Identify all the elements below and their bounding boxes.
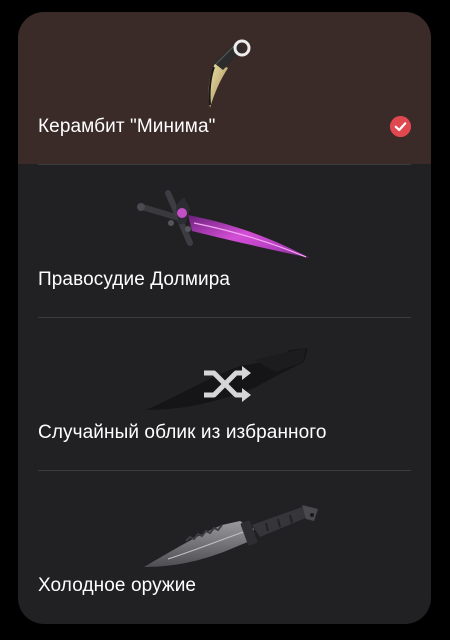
purple-sword-icon bbox=[137, 190, 310, 258]
skin-option-dolmir-justice[interactable]: Правосудие Долмира bbox=[18, 165, 431, 317]
skin-option-label: Правосудие Долмира bbox=[38, 269, 231, 290]
weapon-skin-picker: Керамбит "Минима" Правосудие Долмира Слу… bbox=[18, 12, 431, 624]
combat-knife-icon bbox=[144, 505, 318, 567]
shuffle-icon bbox=[146, 348, 308, 410]
skin-option-label: Холодное оружие bbox=[38, 575, 197, 596]
skin-option-melee-weapon[interactable]: Холодное оружие bbox=[18, 471, 431, 623]
skin-option-label: Керамбит "Минима" bbox=[38, 116, 216, 137]
skin-option-random-favorite[interactable]: Случайный облик из избранного bbox=[18, 318, 431, 470]
selected-check-icon bbox=[390, 116, 411, 137]
skin-option-label: Случайный облик из избранного bbox=[38, 422, 327, 443]
skin-option-karambit-minima[interactable]: Керамбит "Минима" bbox=[18, 12, 431, 164]
karambit-knife-icon bbox=[208, 39, 251, 108]
